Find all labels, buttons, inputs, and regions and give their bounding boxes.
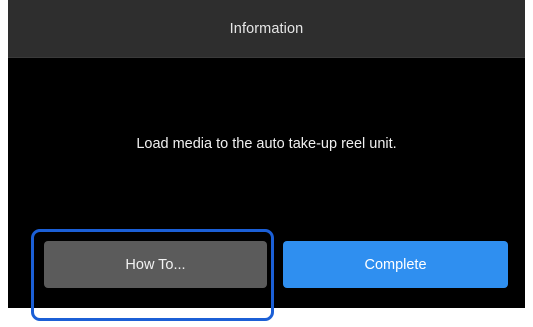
complete-button[interactable]: Complete — [283, 241, 508, 288]
dialog-message: Load media to the auto take-up reel unit… — [136, 136, 397, 152]
dialog-title-bar: Information — [8, 0, 525, 58]
printer-panel-screen: Information Load media to the auto take-… — [8, 0, 525, 308]
complete-button-label: Complete — [364, 256, 427, 273]
how-to-button[interactable]: How To... — [44, 241, 267, 288]
dialog-title: Information — [229, 20, 304, 37]
how-to-button-label: How To... — [125, 256, 186, 273]
